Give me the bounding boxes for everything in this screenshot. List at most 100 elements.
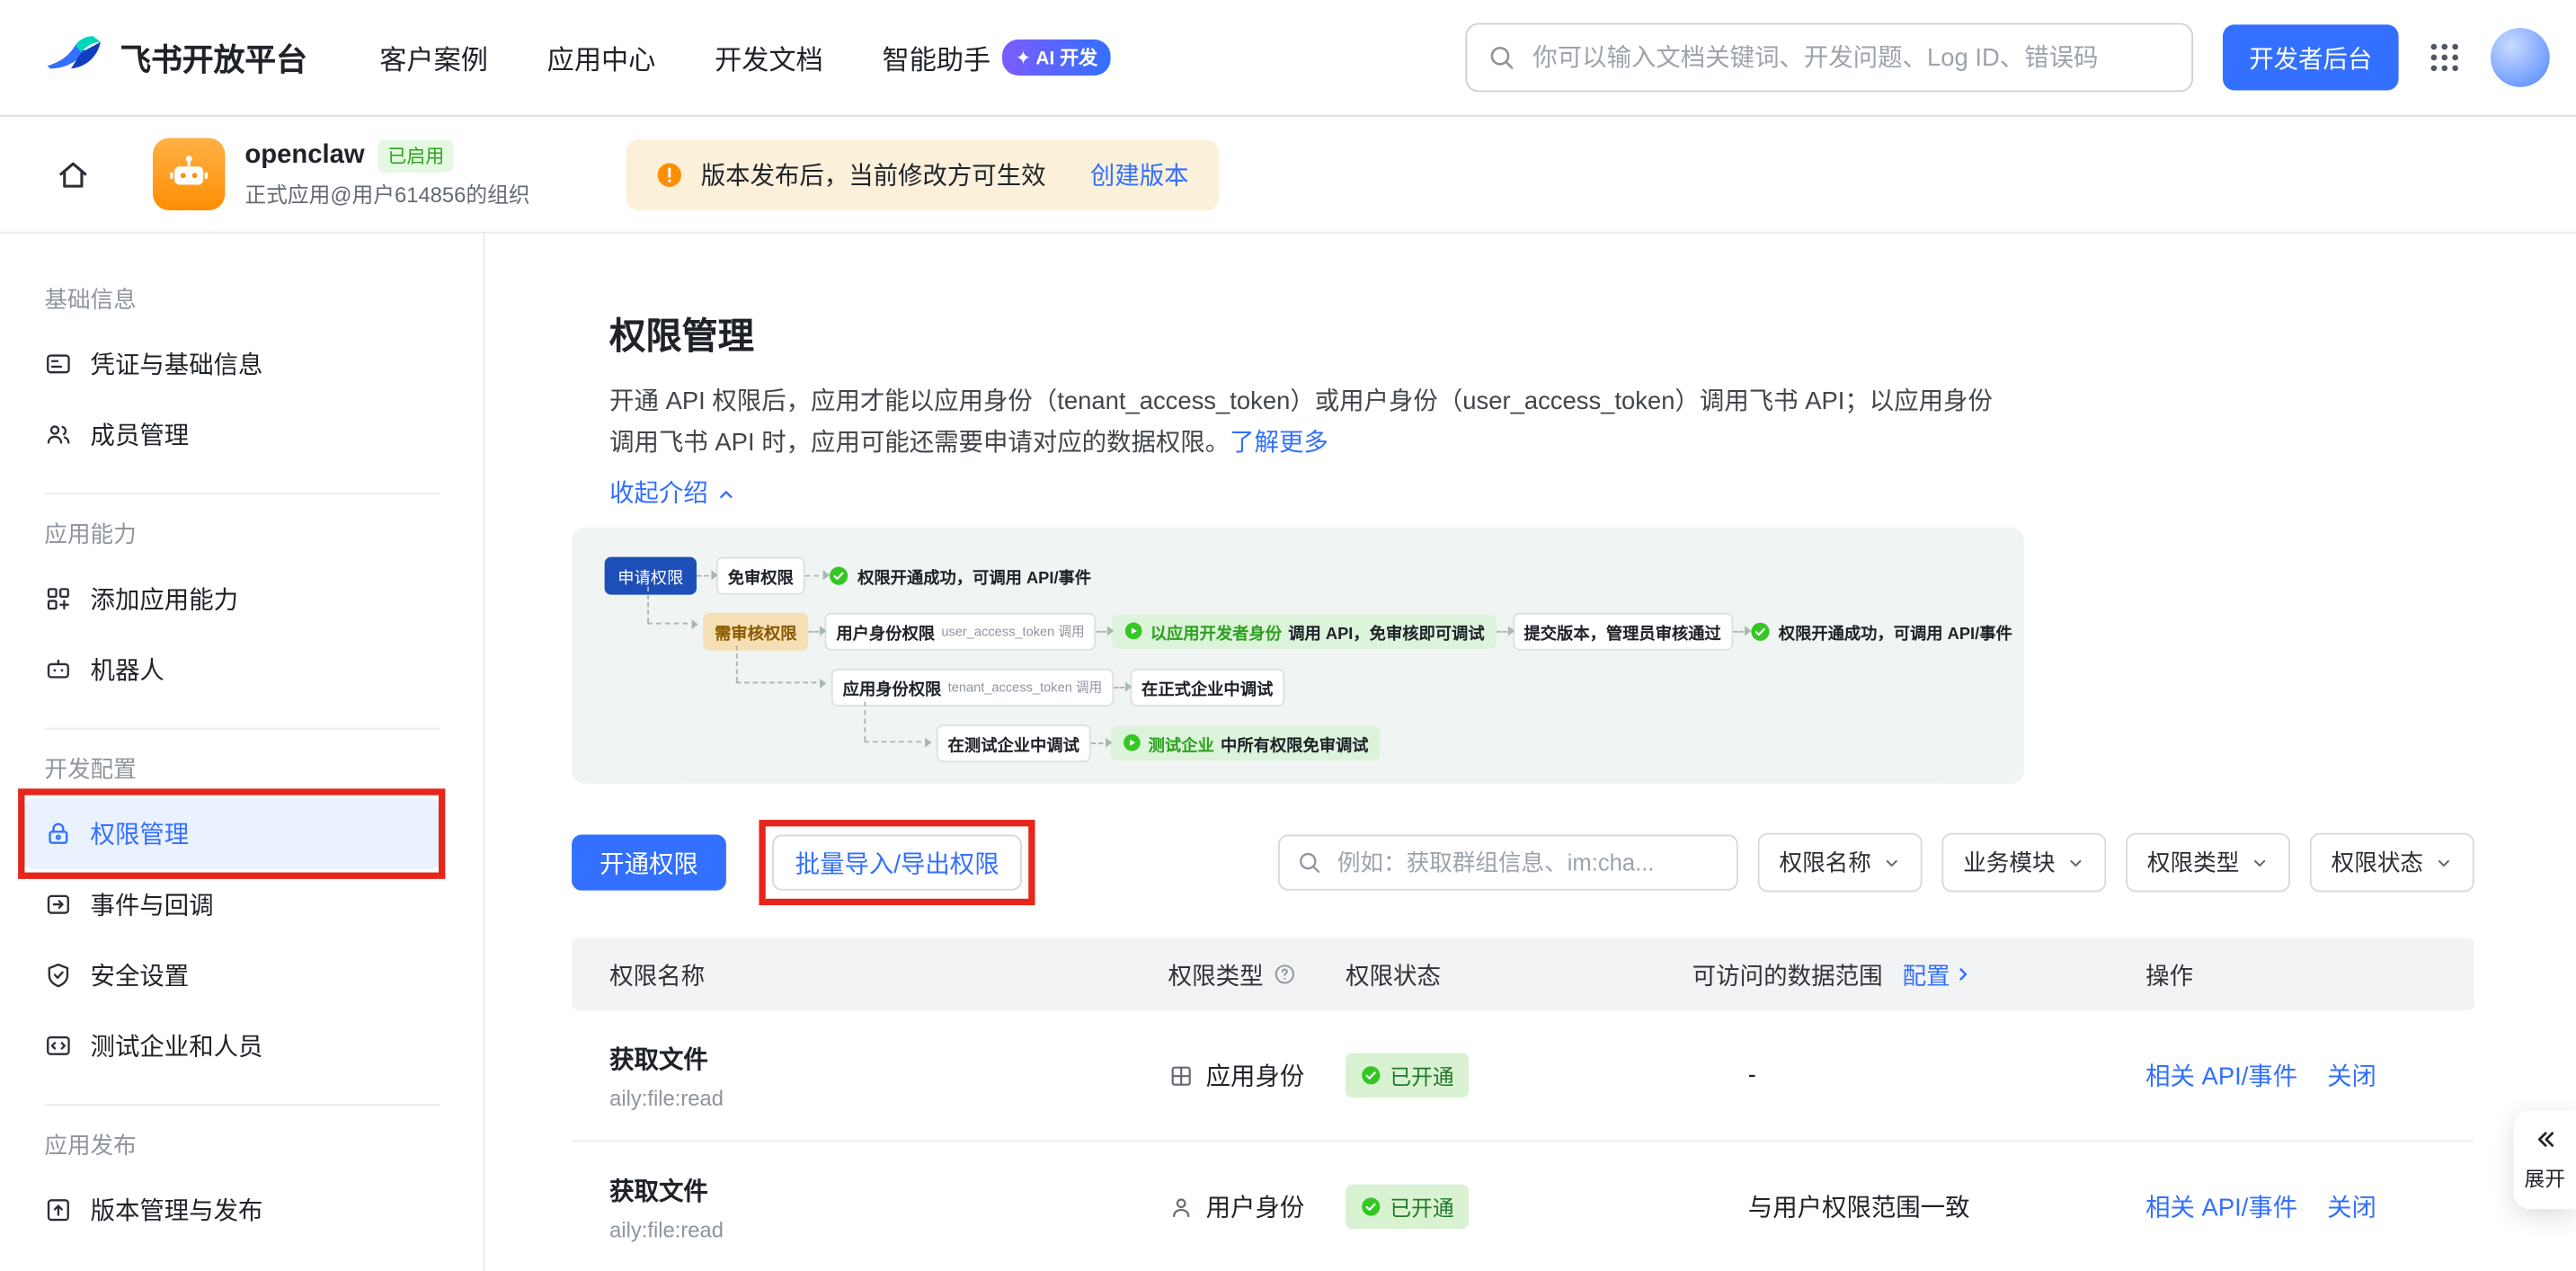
sidebar-item-permission[interactable]: 权限管理 — [23, 798, 440, 869]
primary-nav: 客户案例 应用中心 开发文档 智能助手 ✦ AI 开发 — [379, 38, 1111, 77]
learn-more-link[interactable]: 了解更多 — [1230, 429, 1328, 457]
sidebar-item-bot[interactable]: 机器人 — [23, 635, 440, 706]
flow-success-1: 权限开通成功，可调用 API/事件 — [828, 563, 1091, 587]
flow-connector — [736, 682, 825, 684]
filter-permission-status[interactable]: 权限状态 — [2310, 833, 2474, 893]
nav-ai-assistant-label: 智能助手 — [883, 38, 991, 77]
flow-connector — [736, 645, 738, 681]
notice-text: 版本发布后，当前修改方可生效 — [701, 157, 1046, 191]
brand-title[interactable]: 飞书开放平台 — [120, 35, 306, 79]
search-icon — [1487, 43, 1516, 73]
sidebar: 基础信息 凭证与基础信息 成员管理 应用能力 添加应用能力 — [0, 234, 484, 1271]
flow-connector — [1096, 630, 1112, 632]
check-circle-icon — [1749, 620, 1771, 642]
flow-connector — [1114, 686, 1130, 688]
sidebar-item-members[interactable]: 成员管理 — [23, 399, 440, 470]
sidebar-item-credentials[interactable]: 凭证与基础信息 — [23, 329, 440, 400]
permission-type-value: 应用身份 — [1206, 1058, 1305, 1092]
table-row: 获取文件 aily:file:read 用户身份 已开通 与用户权限范围一致 — [572, 1142, 2474, 1271]
global-search[interactable] — [1465, 23, 2193, 93]
status-label: 已开通 — [1390, 1191, 1453, 1222]
nav-dev-docs[interactable]: 开发文档 — [715, 38, 823, 77]
bot-icon — [44, 655, 72, 683]
chevron-down-icon — [1883, 854, 1901, 872]
sidebar-item-label: 添加应用能力 — [91, 582, 239, 616]
close-permission-link[interactable]: 关闭 — [2327, 1189, 2376, 1223]
flow-test-free-badge: 测试企业中所有权限免审调试 — [1111, 725, 1381, 760]
close-permission-link[interactable]: 关闭 — [2327, 1058, 2376, 1092]
top-navigation: 飞书开放平台 客户案例 应用中心 开发文档 智能助手 ✦ AI 开发 开发者后台 — [0, 0, 2576, 117]
collapse-intro-label: 收起介绍 — [609, 476, 708, 511]
flow-connector — [864, 701, 866, 741]
sidebar-section-basic-info: 基础信息 — [44, 282, 483, 316]
test-code-icon — [44, 1032, 72, 1060]
page-description: 开通 API 权限后，应用才能以应用身份（tenant_access_token… — [609, 381, 2449, 463]
scope-config-label: 配置 — [1903, 957, 1950, 991]
flow-test-debug-box: 在测试企业中调试 — [937, 724, 1091, 761]
open-permission-button[interactable]: 开通权限 — [572, 835, 726, 891]
apps-grid-icon[interactable] — [2428, 41, 2461, 75]
app-avatar-robot-icon — [153, 138, 225, 210]
main-content: 权限管理 开通 API 权限后，应用才能以应用身份（tenant_access_… — [484, 234, 2576, 1271]
create-version-link[interactable]: 创建版本 — [1090, 157, 1189, 191]
flow-connector — [1733, 630, 1749, 632]
filter-business-module[interactable]: 业务模块 — [1941, 833, 2106, 893]
developer-console-button[interactable]: 开发者后台 — [2223, 24, 2399, 90]
sidebar-item-security[interactable]: 安全设置 — [23, 940, 440, 1011]
sidebar-section-capabilities: 应用能力 — [44, 518, 483, 551]
ai-dev-badge: ✦ AI 开发 — [1002, 40, 1111, 76]
feishu-logo-icon[interactable] — [44, 32, 103, 84]
related-api-link[interactable]: 相关 API/事件 — [2145, 1189, 2297, 1223]
global-search-input[interactable] — [1530, 42, 2172, 74]
flow-user-token-box: 用户身份权限user_access_token 调用 — [825, 612, 1097, 650]
nav-app-center[interactable]: 应用中心 — [547, 38, 656, 77]
flow-connector — [697, 574, 716, 576]
app-name: openclaw — [244, 141, 364, 171]
home-icon[interactable] — [56, 157, 90, 191]
sidebar-item-add-capability[interactable]: 添加应用能力 — [23, 564, 440, 635]
permission-code: aily:file:read — [609, 1085, 724, 1109]
scope-config-link[interactable]: 配置 — [1903, 957, 1974, 991]
batch-import-export-button[interactable]: 批量导入/导出权限 — [772, 835, 1022, 891]
sidebar-item-label: 机器人 — [91, 653, 164, 687]
collapse-intro-link[interactable]: 收起介绍 — [609, 476, 2576, 511]
sidebar-item-label: 成员管理 — [91, 417, 190, 451]
chevron-down-icon — [2251, 854, 2269, 872]
chevron-up-icon — [716, 484, 736, 503]
app-identity-icon — [1168, 1062, 1195, 1089]
status-badge: 已开通 — [1346, 1053, 1469, 1098]
flow-submit-box: 提交版本，管理员审核通过 — [1513, 612, 1733, 650]
user-avatar[interactable] — [2491, 28, 2550, 87]
filter-permission-type[interactable]: 权限类型 — [2126, 833, 2290, 893]
sidebar-item-label: 测试企业和人员 — [91, 1028, 263, 1062]
app-status-badge: 已启用 — [378, 139, 454, 173]
permission-type-value: 用户身份 — [1206, 1189, 1305, 1223]
help-icon[interactable] — [1274, 963, 1297, 986]
filter-permission-name[interactable]: 权限名称 — [1758, 833, 1923, 893]
sidebar-item-release[interactable]: 版本管理与发布 — [23, 1175, 440, 1246]
related-api-link[interactable]: 相关 API/事件 — [2145, 1058, 2297, 1092]
permission-search-input[interactable] — [1334, 848, 1720, 877]
nav-customer-cases[interactable]: 客户案例 — [379, 38, 488, 77]
filter-label: 权限状态 — [2332, 846, 2423, 879]
sidebar-item-events[interactable]: 事件与回调 — [23, 869, 440, 940]
col-permission-type-label: 权限类型 — [1168, 957, 1264, 991]
sidebar-item-test-org[interactable]: 测试企业和人员 — [23, 1010, 440, 1081]
user-identity-icon — [1168, 1194, 1195, 1220]
flow-connector — [647, 623, 697, 625]
col-data-scope-label: 可访问的数据范围 — [1692, 957, 1883, 991]
screenshot-viewport: 飞书开放平台 客户案例 应用中心 开发文档 智能助手 ✦ AI 开发 开发者后台 — [0, 0, 2576, 1271]
data-scope-value: 与用户权限范围一致 — [1692, 1189, 2145, 1223]
data-scope-value: - — [1692, 1062, 2145, 1089]
flow-review-permission-tag: 需审核权限 — [703, 612, 808, 650]
nav-ai-assistant[interactable]: 智能助手 ✦ AI 开发 — [883, 38, 1111, 77]
expand-panel-toggle[interactable]: 展开 — [2514, 1111, 2576, 1210]
flow-connector — [808, 630, 824, 632]
flow-connector — [647, 587, 649, 623]
flow-apply-badge: 申请权限 — [605, 556, 697, 594]
version-notice-banner: 版本发布后，当前修改方可生效 创建版本 — [626, 138, 1219, 209]
sidebar-item-label: 凭证与基础信息 — [91, 347, 263, 381]
permission-search[interactable] — [1278, 835, 1738, 891]
permission-flow-diagram: 申请权限 免审权限 权限开通成功，可调用 API/事件 需审核权限 用户身份权限… — [572, 528, 2024, 784]
double-chevron-left-icon — [2533, 1127, 2557, 1151]
